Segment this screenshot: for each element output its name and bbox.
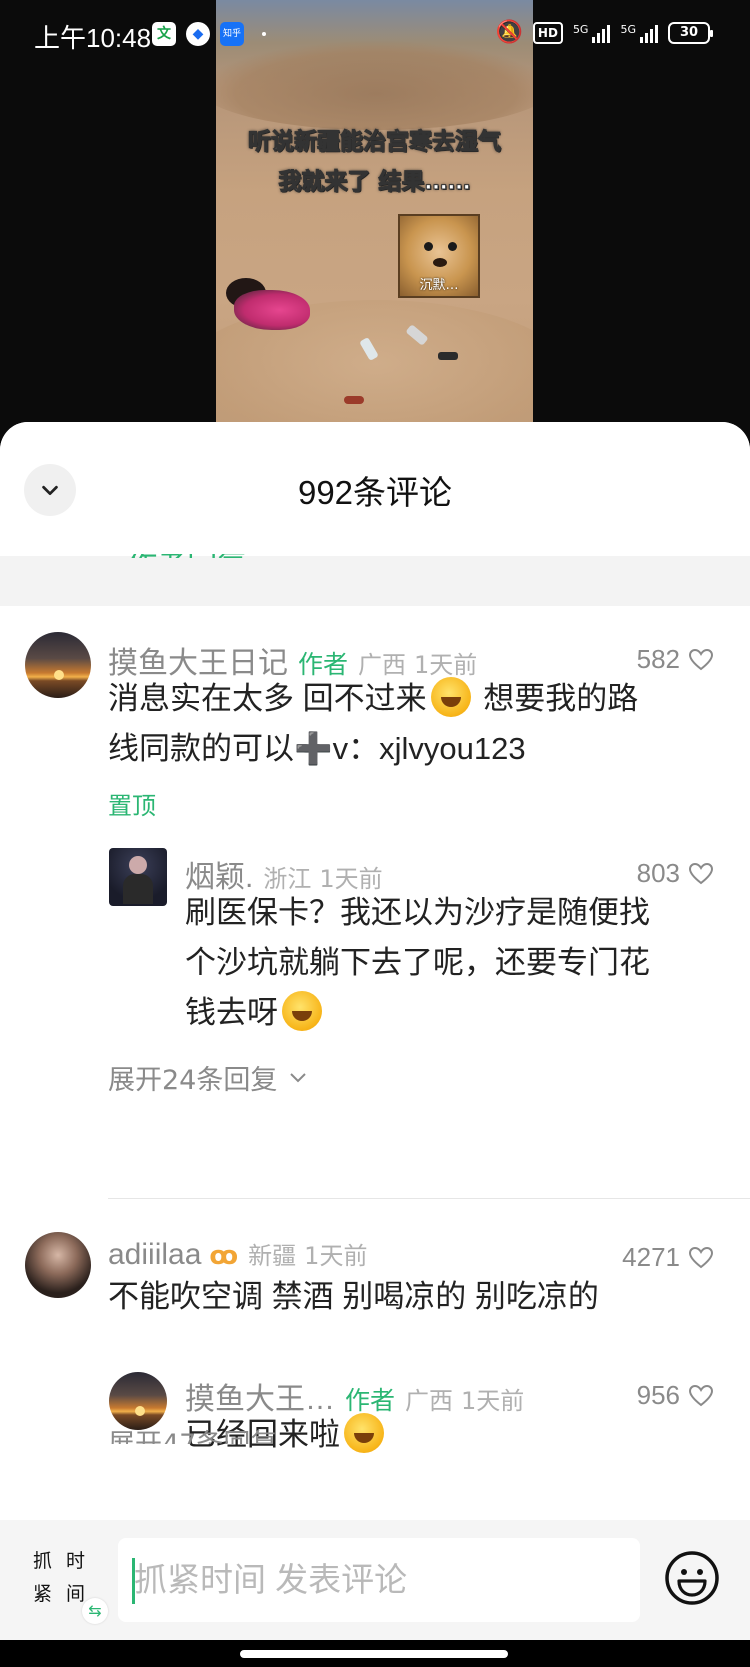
shoe xyxy=(438,352,458,360)
like-button[interactable]: 803 xyxy=(637,858,714,889)
hd-icon: HD xyxy=(532,21,563,44)
smiley-face-icon[interactable] xyxy=(664,1550,720,1606)
vip-badge-icon: ꝏ xyxy=(209,1241,239,1271)
like-count: 803 xyxy=(636,858,680,888)
wen-app-icon: 文 xyxy=(152,22,176,46)
comment-input[interactable] xyxy=(118,1538,640,1622)
dog-nose xyxy=(433,258,447,267)
comment-sheet-header: 992条评论 xyxy=(0,422,750,554)
comment-text-part: 线同款的可以 xyxy=(108,731,294,766)
heart-outline-icon xyxy=(688,862,714,884)
mute-bell-icon: 🔕 xyxy=(495,20,523,45)
like-button[interactable]: 4271 xyxy=(622,1242,714,1273)
logo-char: 抓 xyxy=(32,1550,52,1572)
plus-emoji-icon: ➕ xyxy=(294,731,333,766)
video-caption-line2: 我就来了 结果…… xyxy=(278,169,471,196)
status-indicators: 🔕 HD 5G 5G 30 xyxy=(495,20,713,45)
username[interactable]: adiiilaa xyxy=(108,1238,201,1272)
shoe xyxy=(344,396,364,404)
logo-char: 时 xyxy=(65,1550,85,1572)
comment-text: 不能吹空调 禁酒 别喝凉的 别吃凉的 xyxy=(108,1279,599,1314)
dog-sticker: 沉默… xyxy=(398,214,480,298)
like-button[interactable]: 582 xyxy=(637,644,714,675)
more-notifications-dot xyxy=(262,32,266,36)
expand-replies-peek[interactable]: 展开47条回复 xyxy=(108,1422,277,1444)
sticker-text: 沉默… xyxy=(419,278,459,293)
signal-icon: 5G xyxy=(620,23,658,43)
like-count: 4271 xyxy=(622,1242,680,1272)
like-button[interactable]: 956 xyxy=(637,1380,714,1411)
zhihu-app-icon: 知乎 xyxy=(220,22,244,46)
comment-text: 消息实在太多 回不过来 想要我的路 线同款的可以➕v：xjlvyou123 xyxy=(108,674,728,774)
status-time: 上午10:48 xyxy=(34,23,152,53)
comment-count-title: 992条评论 xyxy=(297,474,453,511)
dog-eye xyxy=(424,242,433,251)
network-label: 5G xyxy=(572,22,589,36)
person-in-sand xyxy=(234,290,310,330)
text-caret xyxy=(132,1558,135,1604)
timestamp: 1天前 xyxy=(304,1242,368,1270)
comment-text-part: 消息实在太多 回不过来 xyxy=(108,681,427,716)
battery-icon: 30 xyxy=(668,21,713,44)
logo-char: 紧 xyxy=(32,1583,52,1605)
dog-eye xyxy=(448,242,457,251)
comment-text-part: v：xjlvyou123 xyxy=(332,731,526,766)
comment-text-line: 个沙坑就躺下去了呢，还要专门花 xyxy=(185,945,650,980)
avatar[interactable] xyxy=(25,1232,91,1298)
comment-text-line: 刷医保卡？我还以为沙疗是随便找 xyxy=(185,895,650,930)
expand-replies-button[interactable]: 展开24条回复 xyxy=(108,1058,307,1097)
grin-emoji-icon xyxy=(344,1413,384,1453)
heart-outline-icon xyxy=(688,648,714,670)
swap-icon[interactable]: ⇆ xyxy=(82,1598,108,1624)
divider xyxy=(108,1198,750,1199)
brand-logo[interactable]: 抓 时 紧 间 xyxy=(26,1548,92,1614)
comment-input-bar: 抓 时 紧 间 ⇆ xyxy=(0,1520,750,1640)
comment-sheet: 992条评论 • 作者回复 摸鱼大王日记 作者 广西 1天前 582 消息实在太… xyxy=(0,422,750,1667)
status-bar: 上午10:48 文 ◆ 知乎 🔕 HD 5G 5G 30 xyxy=(0,0,750,70)
signal-icon: 5G xyxy=(573,23,611,43)
pinned-label: 置顶 xyxy=(108,792,156,820)
bird-app-icon: ◆ xyxy=(186,22,210,46)
comment-header: adiiilaa ꝏ 新疆 1天前 xyxy=(108,1236,367,1272)
video-caption-line1: 听说新疆能治宫寒去湿气 xyxy=(248,129,502,156)
avatar[interactable] xyxy=(109,848,167,906)
network-label: 5G xyxy=(620,22,636,36)
like-count: 582 xyxy=(636,644,680,674)
laugh-cry-emoji-icon xyxy=(282,991,322,1031)
avatar[interactable] xyxy=(25,632,91,698)
comment-text-part: 钱去呀 xyxy=(185,995,278,1030)
location: 新疆 xyxy=(248,1242,297,1270)
expand-replies-label: 展开24条回复 xyxy=(108,1065,278,1096)
chevron-down-icon xyxy=(290,1072,307,1082)
like-count: 956 xyxy=(636,1380,680,1410)
home-indicator[interactable] xyxy=(240,1650,508,1658)
comment-text: 刷医保卡？我还以为沙疗是随便找 个沙坑就躺下去了呢，还要专门花 钱去呀 xyxy=(185,888,725,1038)
heart-outline-icon xyxy=(688,1384,714,1406)
laugh-cry-emoji-icon xyxy=(430,677,471,717)
section-divider xyxy=(0,556,750,606)
heart-outline-icon xyxy=(688,1246,714,1268)
comment-text-part: 想要我的路 xyxy=(474,681,639,716)
